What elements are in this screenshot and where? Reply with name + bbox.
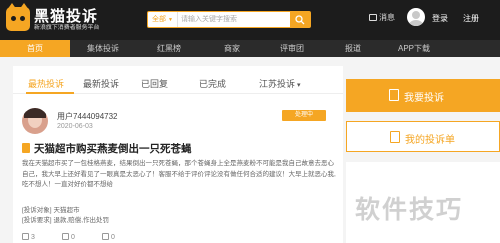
avatar-head <box>412 11 420 19</box>
nav-item-jury[interactable]: 评审团 <box>262 40 322 57</box>
chevron-down-icon: ▼ <box>168 17 173 23</box>
status-badge: 处理中 <box>282 110 326 121</box>
messages-link[interactable]: 消息 <box>369 12 395 23</box>
nav-item-rankings[interactable]: 红黑榜 <box>136 40 202 57</box>
nav-item-home[interactable]: 首页 <box>0 40 70 57</box>
target-value[interactable]: 天猫超市 <box>53 207 79 214</box>
post-title-text: 天猫超市购买燕麦倒出一只死苍蝇 <box>34 143 192 155</box>
comment-button[interactable]: 0 <box>62 233 75 241</box>
thumbs-up-icon <box>22 233 29 240</box>
watermark: 软件技巧 <box>355 196 464 224</box>
user-avatar[interactable] <box>22 108 48 134</box>
search-scope-label: 全部 <box>152 16 166 23</box>
site-logo[interactable]: 黑猫投诉 新浪旗下消费者服务平台 <box>6 3 136 35</box>
cat-eye-left <box>11 16 16 21</box>
register-link[interactable]: 注册 <box>463 13 479 24</box>
complaint-target: [投诉对象] 天猫超市 <box>22 204 79 214</box>
tab-jiangsu-label: 江苏投诉 <box>259 79 296 89</box>
main-nav: 首页 集体投诉 红黑榜 商家 评审团 报道 APP下载 <box>0 40 500 57</box>
logo-subtitle: 新浪旗下消费者服务平台 <box>34 24 100 31</box>
nav-item-reports[interactable]: 报道 <box>322 40 384 57</box>
avatar[interactable] <box>407 8 425 26</box>
cat-logo-icon <box>6 3 30 31</box>
complaint-request: [投诉要求] 退款,赔偿,作出处罚 <box>22 214 109 224</box>
messages-label: 消息 <box>379 13 395 22</box>
request-label: [投诉要求] <box>22 217 52 224</box>
nav-item-app-download[interactable]: APP下载 <box>384 40 444 57</box>
share-icon <box>102 233 109 240</box>
request-value: 退款,赔偿,作出处罚 <box>53 217 110 224</box>
post-body: 我在天猫超市买了一包桂格燕麦，结果倒出一只死苍蝇，那个苍蝇身上全是燕麦粉不可能是… <box>22 160 336 188</box>
post-title[interactable]: 天猫超市购买燕麦倒出一只死苍蝇 <box>22 141 192 156</box>
search-button[interactable] <box>290 12 310 27</box>
login-link[interactable]: 登录 <box>432 13 448 24</box>
complaint-card: 最热投诉 最新投诉 已回复 已完成 江苏投诉 ▾ 用户7444094732 202… <box>13 66 343 243</box>
chevron-down-icon: ▾ <box>297 82 301 89</box>
search-bar: 全部 ▼ <box>147 11 311 28</box>
post-date: 2020-06-03 <box>57 123 93 130</box>
nav-item-group-complaints[interactable]: 集体投诉 <box>70 40 136 57</box>
file-complaint-label: 我要投诉 <box>404 93 444 104</box>
document-list-icon <box>390 131 400 143</box>
tab-jiangsu[interactable]: 江苏投诉 ▾ <box>259 77 301 90</box>
my-complaints-label: 我的投诉单 <box>405 135 455 146</box>
top-header: 黑猫投诉 新浪旗下消费者服务平台 全部▼ 消息 登录 注册 <box>0 0 500 40</box>
edit-document-icon <box>389 89 399 101</box>
my-complaints-button[interactable]: 我的投诉单 <box>346 121 500 152</box>
bookmark-icon <box>22 143 30 153</box>
tab-replied[interactable]: 已回复 <box>141 77 168 90</box>
target-label: [投诉对象] <box>22 207 52 214</box>
cat-eye-right <box>20 16 25 21</box>
complaint-tabs: 最热投诉 最新投诉 已回复 已完成 江苏投诉 ▾ <box>13 66 343 94</box>
avatar-body <box>409 20 423 26</box>
avatar-hair <box>24 108 46 118</box>
search-scope-select[interactable]: 全部 ▼ <box>148 12 178 27</box>
comment-icon <box>62 233 69 240</box>
share-button[interactable]: 0 <box>102 233 115 241</box>
active-tab-indicator <box>26 92 74 94</box>
search-input[interactable] <box>181 12 289 27</box>
tab-newest[interactable]: 最新投诉 <box>83 77 119 90</box>
mail-icon <box>369 14 377 21</box>
file-complaint-button[interactable]: 我要投诉 <box>346 79 500 112</box>
like-count: 3 <box>31 234 35 241</box>
nav-item-merchants[interactable]: 商家 <box>202 40 262 57</box>
comment-count: 0 <box>71 234 75 241</box>
tab-hottest[interactable]: 最热投诉 <box>28 77 64 90</box>
like-button[interactable]: 3 <box>22 233 35 241</box>
user-name[interactable]: 用户7444094732 <box>57 111 118 122</box>
share-count: 0 <box>111 234 115 241</box>
search-icon <box>295 15 305 25</box>
tab-completed[interactable]: 已完成 <box>199 77 226 90</box>
